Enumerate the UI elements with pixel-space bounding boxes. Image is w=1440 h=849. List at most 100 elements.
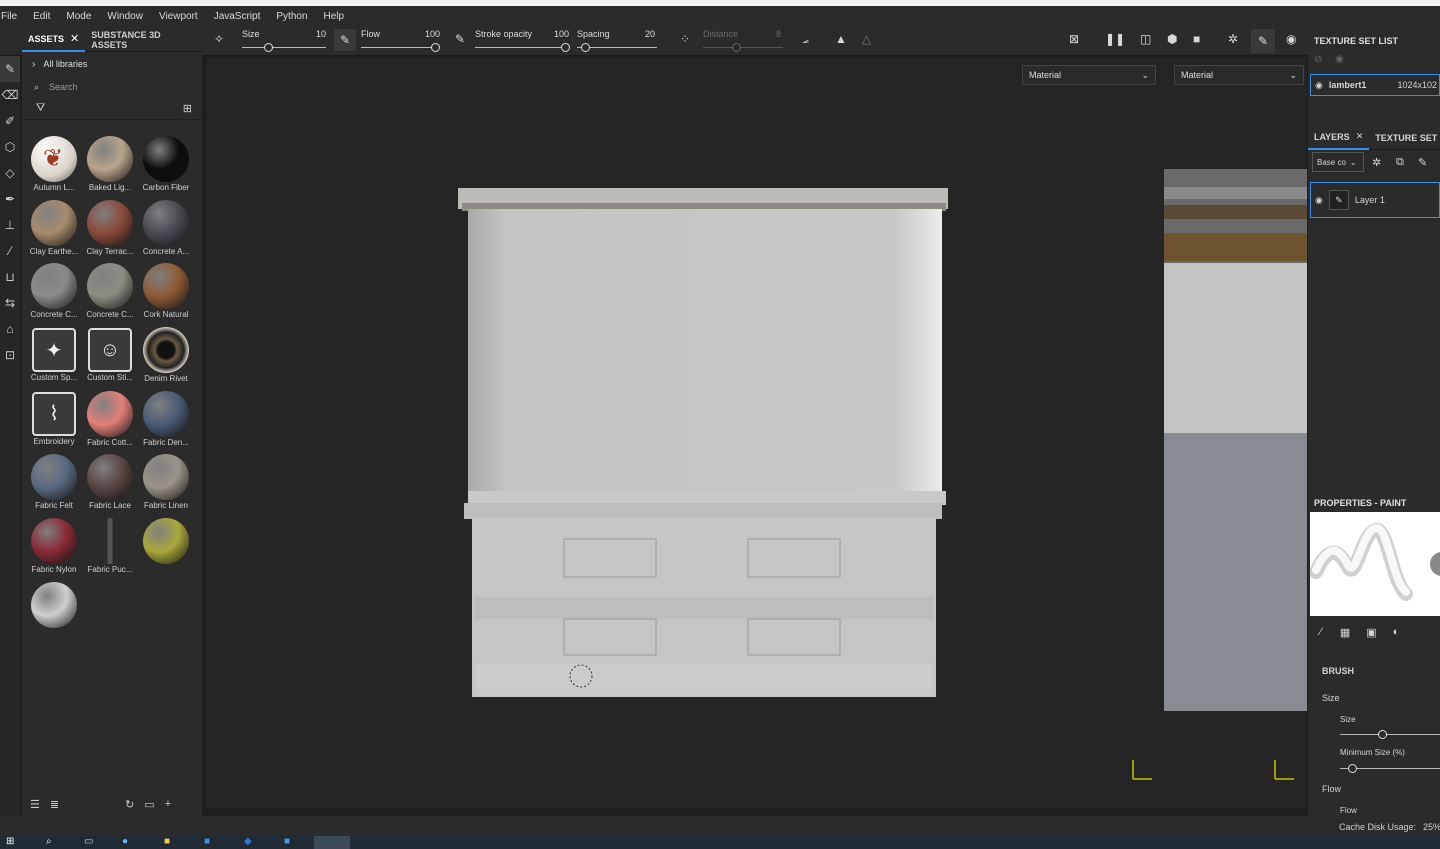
cube-icon[interactable]: ⬢: [1167, 32, 1177, 46]
asset-item[interactable]: Carbon Fiber: [138, 132, 194, 196]
stroke-opacity-value[interactable]: 100: [554, 29, 569, 39]
stencil-tab-icon[interactable]: ◐: [1393, 626, 1400, 638]
projection-icon[interactable]: ✐: [0, 108, 20, 134]
menu-viewport[interactable]: Viewport: [159, 11, 198, 22]
close-icon[interactable]: ✕: [1356, 131, 1364, 142]
asset-item[interactable]: Fabric Nylon: [26, 514, 82, 578]
tab-layers[interactable]: LAYERS ✕: [1308, 126, 1370, 150]
asset-item[interactable]: [26, 578, 82, 642]
stamp-icon[interactable]: ⊥: [0, 212, 20, 238]
angle-icon[interactable]: ⦟: [802, 32, 809, 47]
export-icon[interactable]: ⇆: [0, 290, 20, 316]
menu-file[interactable]: File: [1, 11, 17, 22]
search-input[interactable]: ⌕ Search: [22, 76, 202, 98]
asset-item[interactable]: [138, 514, 194, 578]
task-view-icon[interactable]: ▭: [84, 836, 93, 847]
filter-icon[interactable]: ⛛: [36, 102, 45, 115]
spacing-slider-knob[interactable]: [581, 43, 590, 52]
stroke-opacity-slider-knob[interactable]: [561, 43, 570, 52]
asset-item[interactable]: Clay Terrac...: [82, 196, 138, 260]
eye-icon[interactable]: ◉: [1335, 54, 1344, 65]
hide-icon[interactable]: ⊠: [1069, 32, 1079, 46]
alpha-tab-icon[interactable]: ▣: [1366, 626, 1376, 639]
refresh-icon[interactable]: ↻: [125, 798, 134, 811]
size-slider-track[interactable]: [242, 47, 326, 48]
add-mask-icon[interactable]: ⧉: [1396, 156, 1404, 169]
asset-item[interactable]: Fabric Linen: [138, 450, 194, 514]
viewport-3d[interactable]: Material ⌄: [206, 57, 1164, 808]
flow-slider-track[interactable]: [361, 47, 439, 48]
brush-size-slider-knob[interactable]: [1378, 730, 1387, 739]
polygon-fill-icon[interactable]: ⬡: [0, 134, 20, 160]
search-icon[interactable]: ⌕: [46, 836, 52, 847]
asset-item[interactable]: ✦ Custom Sp...: [26, 323, 82, 387]
add-paint-layer-icon[interactable]: ✎: [1418, 156, 1427, 169]
menu-edit[interactable]: Edit: [33, 11, 50, 22]
camera-video-icon[interactable]: ■: [1193, 32, 1200, 46]
stroke-opacity-slider-track[interactable]: [475, 47, 569, 48]
asset-item[interactable]: Denim Rivet: [138, 323, 194, 387]
windows-start-icon[interactable]: ⊞: [6, 836, 14, 847]
visibility-off-icon[interactable]: ⊘: [1314, 54, 1322, 65]
tab-texture-set-settings[interactable]: TEXTURE SET SE: [1369, 133, 1440, 143]
size-value[interactable]: 10: [316, 29, 326, 39]
list-icon[interactable]: ≣: [50, 798, 59, 811]
menu-javascript[interactable]: JavaScript: [214, 11, 261, 22]
eraser-icon[interactable]: ⌫: [0, 82, 20, 108]
split-view-icon[interactable]: ◫: [1140, 32, 1151, 46]
screenshot-icon[interactable]: ◉: [1286, 32, 1296, 46]
menu-mode[interactable]: Mode: [66, 11, 91, 22]
texture-set-row[interactable]: ◉ lambert1 1024x102: [1310, 74, 1440, 96]
size-slider-knob[interactable]: [264, 43, 273, 52]
bake-icon[interactable]: ⊔: [0, 264, 20, 290]
asset-item[interactable]: Cork Natural: [138, 259, 194, 323]
asset-item[interactable]: Fabric Felt: [26, 450, 82, 514]
asset-item[interactable]: Fabric Lace: [82, 450, 138, 514]
tab-assets[interactable]: ASSETS ✕: [22, 28, 86, 52]
min-size-slider-knob[interactable]: [1348, 764, 1357, 773]
eye-icon[interactable]: ◉: [1315, 195, 1323, 206]
render-icon[interactable]: ✲: [1228, 32, 1238, 46]
libraries-row[interactable]: › All libraries: [22, 52, 202, 76]
asset-item[interactable]: ❦ Autumn L...: [26, 132, 82, 196]
asset-item[interactable]: Fabric Puc...: [82, 514, 138, 578]
brush-presets-icon[interactable]: ✧: [214, 32, 224, 46]
app-icon[interactable]: ■: [284, 836, 290, 847]
paint-mode-icon[interactable]: ✎: [1251, 29, 1275, 53]
mail-icon[interactable]: ◆: [244, 836, 252, 847]
viewport-2d[interactable]: Material ⌄: [1164, 57, 1307, 808]
folder-icon[interactable]: ▭: [144, 798, 154, 811]
menu-window[interactable]: Window: [107, 11, 143, 22]
flow-pen-icon[interactable]: ✎: [334, 29, 356, 51]
eye-icon[interactable]: ◉: [1315, 80, 1323, 91]
edge-icon[interactable]: ●: [122, 836, 128, 847]
symmetry-icon[interactable]: ▲: [835, 32, 847, 46]
close-icon[interactable]: ✕: [70, 32, 79, 45]
material-tab-icon[interactable]: ▦: [1340, 626, 1350, 639]
menu-help[interactable]: Help: [324, 11, 345, 22]
asset-item[interactable]: Fabric Den...: [138, 387, 194, 451]
flow-value[interactable]: 100: [425, 29, 440, 39]
brush-tab-icon[interactable]: ⁄: [1320, 626, 1322, 638]
flow-slider-knob[interactable]: [431, 43, 440, 52]
symmetry-off-icon[interactable]: △: [862, 32, 871, 46]
asset-item[interactable]: ⌇ Embroidery: [26, 387, 82, 451]
capture-icon[interactable]: ⊡: [0, 342, 20, 368]
store-icon[interactable]: ■: [204, 836, 210, 847]
asset-item[interactable]: Clay Earthe...: [26, 196, 82, 260]
grid-view-icon[interactable]: ⊞: [183, 102, 192, 115]
folder-icon[interactable]: ■: [164, 836, 170, 847]
add-effect-icon[interactable]: ✲: [1372, 156, 1381, 169]
asset-item[interactable]: Concrete C...: [26, 259, 82, 323]
add-icon[interactable]: +: [165, 798, 171, 810]
asset-item[interactable]: Baked Lig...: [82, 132, 138, 196]
clone-icon[interactable]: ✒: [0, 186, 20, 212]
painter-taskbar-icon[interactable]: [314, 836, 350, 849]
brush-size-slider-track[interactable]: [1340, 734, 1440, 735]
channel-dropdown[interactable]: Base co ⌄: [1312, 152, 1364, 172]
layer-row[interactable]: ◉ ✎ Layer 1: [1310, 182, 1440, 218]
stroke-pen-icon[interactable]: ✎: [455, 32, 465, 46]
spacing-value[interactable]: 20: [645, 29, 655, 39]
asset-item[interactable]: Fabric Cott...: [82, 387, 138, 451]
lazy-mouse-icon[interactable]: ⁘: [680, 32, 690, 46]
